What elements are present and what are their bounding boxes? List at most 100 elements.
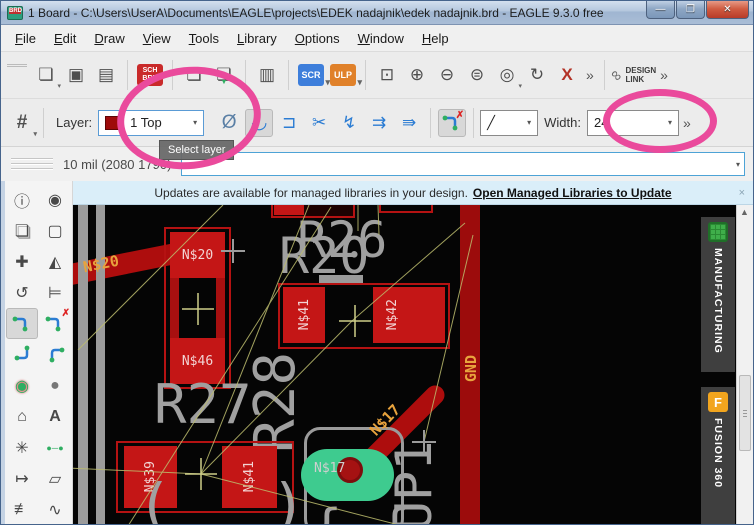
maximize-button[interactable]: ❐ <box>676 1 705 19</box>
arc-route-icon[interactable]: ◡ <box>245 108 274 137</box>
layer-dropdown[interactable]: 1 Top ▾ <box>98 109 205 136</box>
name-icon[interactable]: ⊨ <box>39 277 71 308</box>
command-input[interactable] <box>181 152 745 176</box>
width-value: 24 <box>593 115 609 130</box>
main-toolbar: ❏ ▾ ▣ ▤ SCH BRD ❏ ❏ ▼ ▥ SCR ▾ ULP ▾ ⊡ ⊕ ⊖ ⊜ ◎… <box>1 52 753 99</box>
tab-manufacturing[interactable]: MANUFACTURING <box>701 217 735 372</box>
board-canvas[interactable]: N$20 N$46 R28 R26 R20 N$41 N$42 GND R27 … <box>73 205 738 524</box>
menu-options[interactable]: Options <box>287 27 348 50</box>
info-icon[interactable]: ⓘ <box>6 184 38 215</box>
ref-r27[interactable]: R27 <box>154 373 252 436</box>
layer-color-swatch <box>105 115 123 130</box>
ripup-walk-icon[interactable]: ✗ <box>438 108 467 137</box>
menu-tools[interactable]: Tools <box>181 27 227 50</box>
wire-bend-off-icon[interactable]: Ø <box>215 109 243 137</box>
update-banner: Updates are available for managed librar… <box>73 181 753 205</box>
grid-icon[interactable]: # ▾ <box>8 109 37 138</box>
cam-output-icon[interactable]: ❏ <box>180 61 208 89</box>
exchange-icon[interactable]: Χ <box>553 61 581 89</box>
chevron-down-icon[interactable]: ▾ <box>736 160 740 169</box>
banner-close-icon[interactable]: × <box>739 187 745 199</box>
sch-brd-switch-icon[interactable]: SCH BRD <box>137 64 163 86</box>
banner-message: Updates are available for managed librar… <box>154 185 468 200</box>
text-tool-icon[interactable]: A <box>39 401 71 432</box>
push-route-icon[interactable]: ⇛ <box>395 109 423 137</box>
chip-icon <box>708 222 728 242</box>
zoom-fit-icon[interactable]: ⊡ <box>373 61 401 89</box>
pad-n41-bottom[interactable]: N$41 <box>222 446 277 508</box>
show-icon[interactable]: ◉ <box>39 184 71 215</box>
pad-n20[interactable]: N$20 <box>170 232 225 278</box>
script-icon[interactable]: SCR ▾ <box>298 64 330 87</box>
via-label-n17[interactable]: N$17 <box>314 461 345 476</box>
design-link-overflow[interactable]: » <box>656 67 672 83</box>
mirror-icon[interactable]: ◭ <box>39 246 71 277</box>
width-label: Width: <box>544 115 581 130</box>
menu-view[interactable]: View <box>135 27 179 50</box>
group-select-icon[interactable]: ▢ <box>39 215 71 246</box>
scrollbar-thumb[interactable] <box>739 375 751 451</box>
layer-settings-icon[interactable]: ❏ <box>6 215 38 246</box>
pad-n42[interactable]: N$42 <box>373 287 445 343</box>
titlebar: BRD 1 Board - C:\Users\UserA\Documents\E… <box>1 1 753 25</box>
circle-icon[interactable]: ● <box>39 370 71 401</box>
cam-processor-icon[interactable]: ❏ ▼ <box>210 61 238 89</box>
zoom-select-icon[interactable]: ⊜ <box>463 61 491 89</box>
menu-help[interactable]: Help <box>414 27 457 50</box>
menubar: File Edit Draw View Tools Library Option… <box>1 25 753 52</box>
via-icon[interactable]: ◉ <box>6 370 38 401</box>
menu-file[interactable]: File <box>7 27 44 50</box>
net-label-gnd[interactable]: GND <box>462 355 480 382</box>
route-tool-icon[interactable] <box>6 308 38 339</box>
menu-draw[interactable]: Draw <box>86 27 132 50</box>
route-auto-icon[interactable] <box>39 339 71 370</box>
chevron-down-icon: ▾ <box>527 118 532 127</box>
ripup-icon[interactable]: ✗ <box>39 308 71 339</box>
pin-arrow-icon[interactable]: ↦ <box>6 463 38 494</box>
redraw-icon[interactable]: ↻ <box>523 61 551 89</box>
tooltip: Select layer <box>159 140 235 160</box>
design-link-button[interactable]: ∞ DESIGN LINK <box>606 65 656 85</box>
layer-label: Layer: <box>56 115 93 130</box>
walkaround-icon[interactable]: ⇉ <box>365 109 393 137</box>
width-combobox[interactable]: 24 ▾ <box>586 109 679 136</box>
zoom-redraw-icon[interactable]: ◎ ▾ <box>493 61 522 90</box>
chevron-down-icon: ▾ <box>667 118 672 127</box>
wire-icon[interactable]: ●─● <box>39 432 71 463</box>
polygon-icon[interactable]: ⌂ <box>6 401 38 432</box>
zoom-out-icon[interactable]: ⊖ <box>433 61 461 89</box>
banner-link[interactable]: Open Managed Libraries to Update <box>473 186 672 200</box>
toolbar1-overflow[interactable]: » <box>582 67 598 83</box>
tab-fusion-360[interactable]: F FUSION 360 <box>701 387 735 524</box>
menu-edit[interactable]: Edit <box>46 27 84 50</box>
vertical-scrollbar[interactable]: ▲ <box>736 205 753 524</box>
menu-window[interactable]: Window <box>350 27 412 50</box>
split-icon[interactable]: ✂ <box>305 109 333 137</box>
toolbar2-overflow[interactable]: » <box>679 115 695 131</box>
silk-edge-bar <box>96 205 105 524</box>
signal-layers-icon[interactable]: ≢ <box>6 494 38 524</box>
minimize-button[interactable]: — <box>646 1 675 19</box>
save-icon[interactable]: ▣ <box>62 61 90 89</box>
new-document-icon[interactable]: ❏ ▾ <box>32 61 61 90</box>
print-icon[interactable]: ▤ <box>92 61 120 89</box>
app-icon: BRD <box>7 5 23 20</box>
route-diff-icon[interactable] <box>6 339 38 370</box>
library-icon[interactable]: ▥ <box>253 61 281 89</box>
move-icon[interactable]: ✚ <box>6 246 38 277</box>
ratsnest-icon[interactable]: ✳ <box>6 432 38 463</box>
scroll-up-icon[interactable]: ▲ <box>740 207 749 217</box>
shape-icon[interactable]: ▱ <box>39 463 71 494</box>
line-style-dropdown[interactable]: ╱ ▾ <box>480 109 539 136</box>
meander-icon[interactable]: ∿ <box>39 494 71 524</box>
menu-library[interactable]: Library <box>229 27 285 50</box>
close-button[interactable]: ✕ <box>706 1 749 19</box>
pad-n41-top[interactable]: N$41 <box>283 287 325 343</box>
miter-icon[interactable]: ⊐ <box>275 109 303 137</box>
ulp-icon[interactable]: ULP ▾ <box>330 64 362 87</box>
ref-up1[interactable]: UP1 <box>385 431 443 524</box>
command-combo: ▾ <box>181 152 745 176</box>
zoom-in-icon[interactable]: ⊕ <box>403 61 431 89</box>
rotate-icon[interactable]: ↺ <box>6 277 38 308</box>
bend-45-icon[interactable]: ↯ <box>335 109 363 137</box>
